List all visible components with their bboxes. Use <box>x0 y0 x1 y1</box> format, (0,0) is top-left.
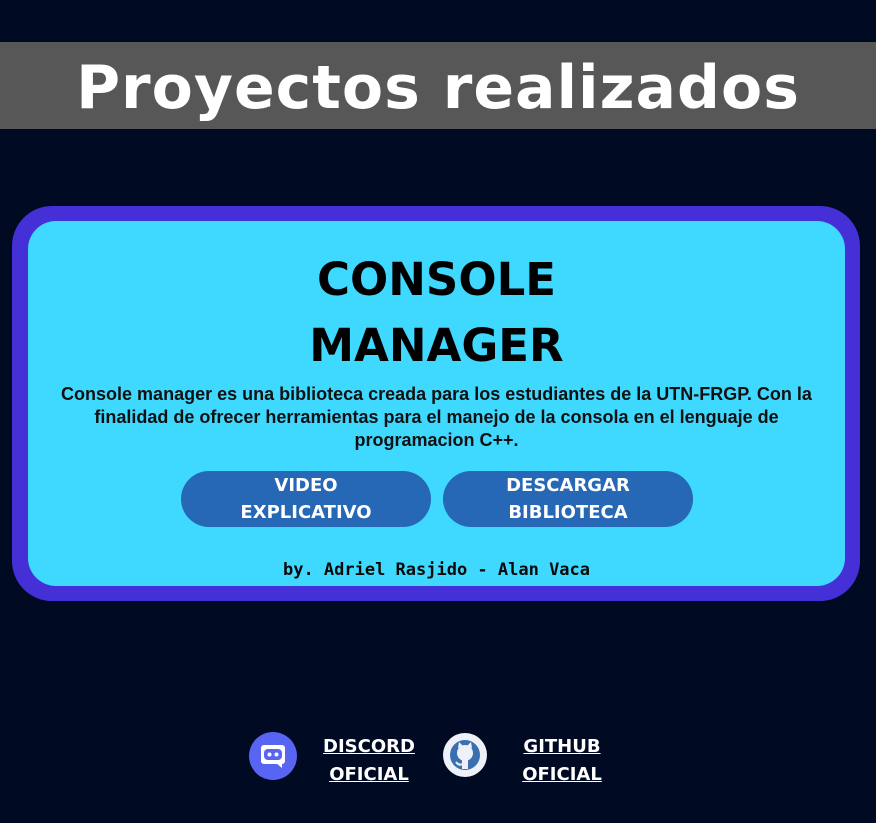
page: Proyectos realizados CONSOLE MANAGER Con… <box>0 0 876 823</box>
project-authors: by. Adriel Rasjido - Alan Vaca <box>282 560 591 580</box>
video-button-label-line2: EXPLICATIVO <box>240 502 372 523</box>
video-explicativo-button[interactable]: VIDEO EXPLICATIVO <box>181 471 431 527</box>
footer: DISCORD OFICIAL GITHUB OFICIAL <box>0 728 876 788</box>
github-link-line1: GITHUB <box>523 736 601 757</box>
video-button-label-line1: VIDEO <box>274 475 338 496</box>
download-button-label-line2: BIBLIOTECA <box>508 502 628 523</box>
project-title-line2: MANAGER <box>309 319 564 372</box>
discord-glyph <box>261 745 285 768</box>
project-title: CONSOLE MANAGER <box>28 247 845 379</box>
download-button-label-line1: DESCARGAR <box>506 475 630 496</box>
discord-icon[interactable] <box>249 732 297 780</box>
github-link-line2: OFICIAL <box>522 764 602 785</box>
discord-link-line2: OFICIAL <box>329 764 409 785</box>
project-title-line1: CONSOLE <box>316 253 557 306</box>
project-card-body: CONSOLE MANAGER Console manager es una b… <box>28 221 845 586</box>
discord-link-line1: DISCORD <box>323 736 415 757</box>
header-bar: Proyectos realizados <box>0 42 876 129</box>
github-icon[interactable] <box>443 733 487 777</box>
discord-link[interactable]: DISCORD OFICIAL <box>315 733 423 789</box>
page-title: Proyectos realizados <box>76 52 800 123</box>
descargar-biblioteca-button[interactable]: DESCARGAR BIBLIOTECA <box>443 471 693 527</box>
github-link[interactable]: GITHUB OFICIAL <box>508 733 616 789</box>
project-description: Console manager es una biblioteca creada… <box>61 384 812 450</box>
github-glyph <box>450 740 480 770</box>
project-card: CONSOLE MANAGER Console manager es una b… <box>12 206 860 601</box>
